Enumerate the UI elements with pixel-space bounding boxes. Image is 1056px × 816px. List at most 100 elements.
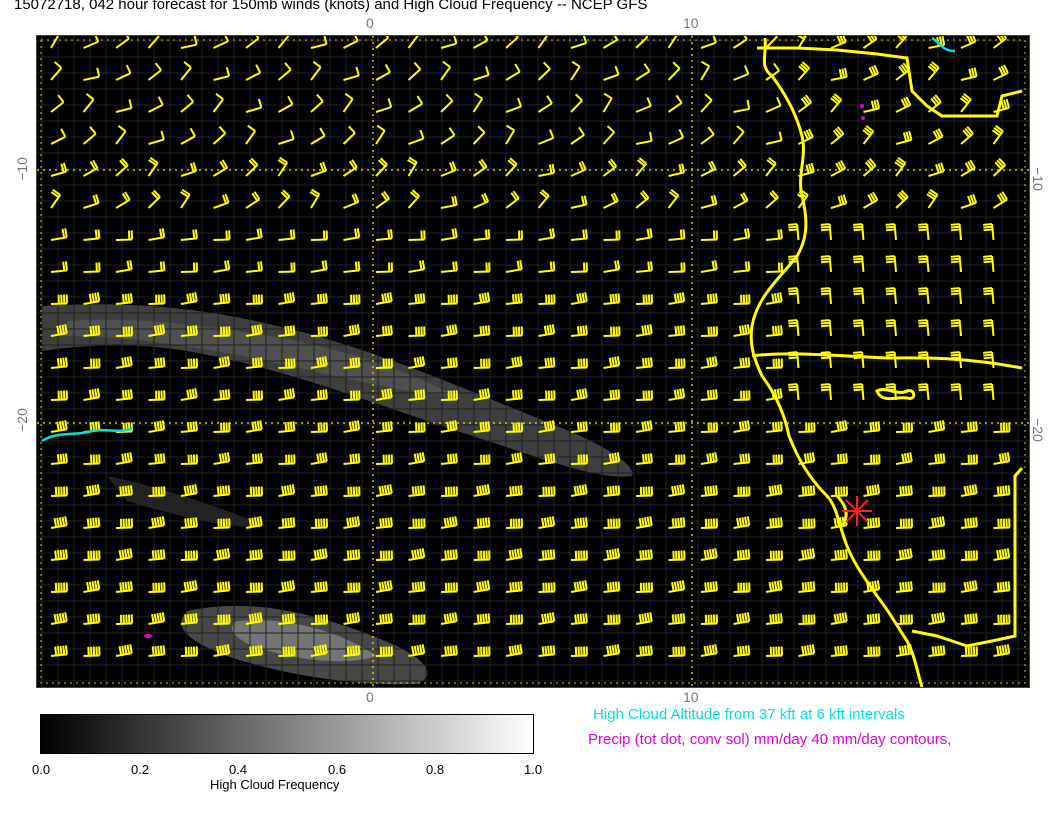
wind-barb: [245, 453, 263, 465]
wind-barb: [983, 319, 995, 337]
wind-barb: [862, 125, 875, 145]
wind-barb: [375, 124, 386, 145]
wind-barb: [885, 287, 897, 305]
wind-barb: [50, 486, 68, 497]
wind-barb: [148, 294, 166, 305]
wind-barb: [148, 390, 166, 401]
wind-barb: [408, 548, 426, 561]
lon-label-bottom-10: 10: [683, 689, 699, 705]
lon-label-top-0: 0: [366, 15, 374, 31]
wind-barb: [635, 516, 653, 529]
wind-barb: [603, 518, 621, 529]
colorbar-label: High Cloud Frequency: [210, 777, 340, 792]
wind-barb: [765, 517, 783, 529]
wind-barb: [928, 645, 946, 657]
wind-barb: [570, 292, 588, 305]
wind-barb: [83, 550, 101, 561]
wind-barb: [50, 645, 68, 657]
cloud-altitude-legend: High Cloud Altitude from 37 kft at 6 kft…: [593, 706, 905, 723]
wind-barb: [148, 228, 166, 241]
wind-barb: [245, 124, 256, 145]
wind-barb: [440, 294, 458, 305]
wind-barb: [440, 516, 458, 529]
wind-barb: [667, 61, 681, 81]
wind-barb: [895, 422, 913, 433]
wind-barb: [440, 36, 458, 49]
wind-barb: [733, 516, 751, 529]
wind-barb: [603, 548, 621, 561]
wind-barb: [635, 63, 651, 81]
wind-barb: [798, 581, 816, 593]
wind-barb: [50, 228, 68, 241]
wind-barb: [733, 261, 751, 273]
wind-barb: [537, 61, 551, 81]
wind-barb: [993, 644, 1011, 657]
wind-barb: [733, 294, 751, 305]
wind-barb: [863, 613, 881, 625]
wind-barb: [830, 486, 848, 497]
wind-barb: [82, 93, 95, 113]
wind-barb: [635, 190, 650, 209]
wind-barb: [408, 293, 426, 305]
wind-barb: [440, 357, 458, 369]
wind-barb: [993, 452, 1011, 465]
wind-barb: [635, 324, 653, 337]
wind-barb: [830, 93, 843, 113]
location-marker: [842, 496, 872, 526]
wind-barb: [928, 516, 946, 529]
precip-dots: [144, 104, 865, 638]
wind-barb: [960, 454, 978, 465]
wind-barb: [830, 420, 848, 433]
wind-barb: [83, 36, 100, 49]
wind-barb: [950, 255, 962, 273]
wind-barb: [928, 486, 946, 497]
wind-barb: [537, 95, 553, 113]
wind-barb: [83, 262, 101, 273]
wind-barb: [245, 261, 263, 273]
wind-barb: [115, 230, 133, 241]
map-panel[interactable]: [36, 35, 1030, 688]
wind-barb: [115, 99, 133, 113]
wind-barb: [700, 485, 718, 497]
wind-barb: [310, 93, 324, 113]
colorbar-tick: 0.4: [229, 762, 248, 777]
wind-barb: [765, 550, 783, 561]
wind-barb: [212, 159, 229, 177]
wind-barb: [895, 581, 913, 593]
wind-barb: [700, 230, 718, 241]
wind-barb: [83, 454, 101, 465]
wind-barb: [473, 292, 491, 305]
wind-barb: [115, 581, 133, 593]
wind-barb: [788, 287, 800, 305]
wind-barb: [570, 646, 588, 657]
wind-barb: [213, 452, 231, 465]
wind-barb: [570, 93, 583, 113]
wind-barb: [918, 255, 930, 273]
wind-barb: [408, 518, 426, 529]
wind-barb: [538, 163, 556, 177]
wind-barb: [992, 157, 1006, 177]
wind-barb: [180, 646, 198, 657]
wind-barb: [733, 357, 751, 369]
wind-barb: [635, 486, 653, 497]
wind-barb: [342, 125, 356, 145]
wind-barb: [180, 484, 198, 497]
wind-barb: [991, 124, 1004, 145]
wind-barb: [538, 582, 556, 593]
wind-barb: [505, 260, 523, 273]
wind-barb: [50, 582, 68, 593]
wind-barb: [635, 612, 653, 625]
wind-barb: [570, 358, 588, 369]
wind-barb: [635, 294, 653, 305]
wind-barb: [538, 612, 556, 625]
wind-barb: [83, 517, 101, 529]
wind-barb: [603, 293, 621, 305]
wind-barb-map[interactable]: [37, 36, 1029, 687]
wind-barb: [473, 484, 491, 497]
wind-barb: [505, 452, 523, 465]
wind-barb: [310, 389, 328, 401]
wind-barb: [700, 422, 718, 433]
wind-barb: [765, 580, 783, 593]
wind-barb: [180, 388, 198, 401]
colorbar-tick: 0.6: [328, 762, 347, 777]
